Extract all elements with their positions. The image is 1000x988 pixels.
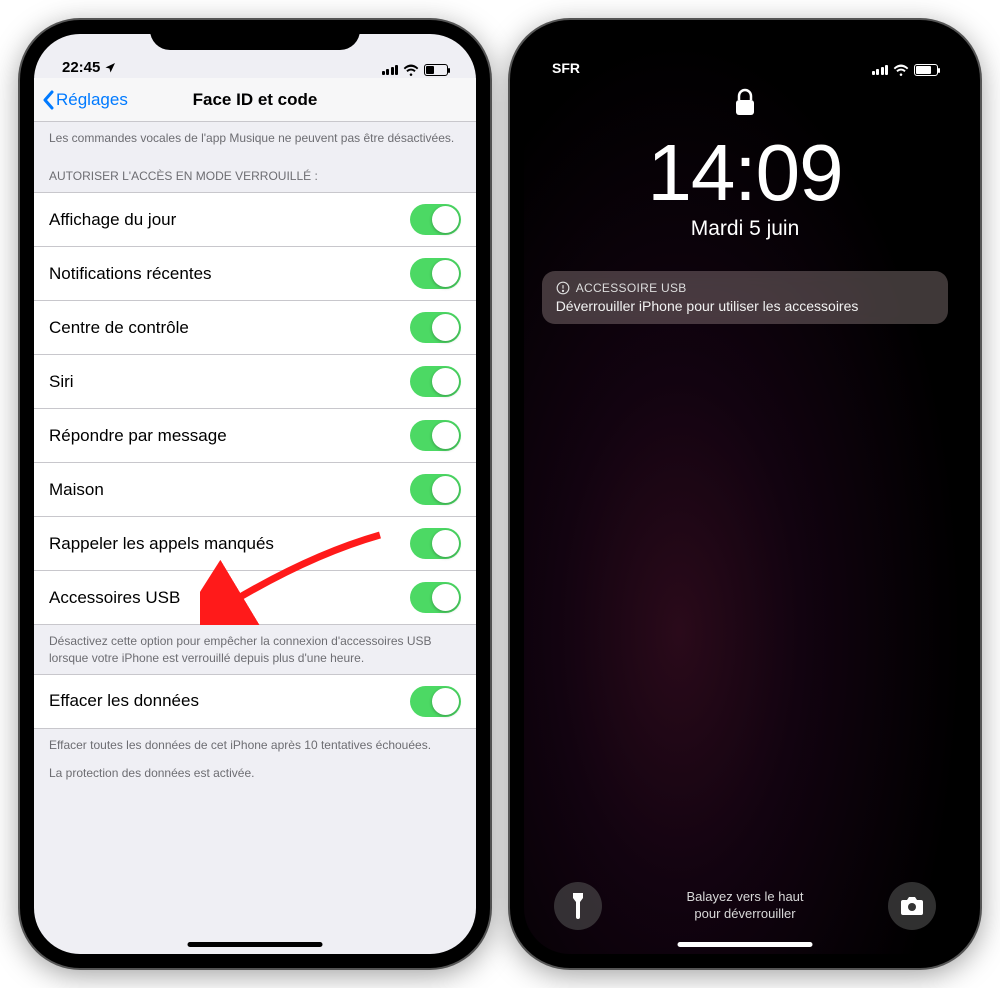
home-indicator[interactable] (678, 942, 813, 947)
toggle-erase-data[interactable]: Effacer les données (34, 674, 476, 729)
switch[interactable] (410, 528, 461, 559)
signal-icon (872, 65, 889, 75)
cell-label: Centre de contrôle (49, 318, 189, 338)
cell-label: Siri (49, 372, 74, 392)
switch[interactable] (410, 312, 461, 343)
alert-icon (556, 281, 570, 295)
chevron-left-icon (42, 90, 54, 110)
notch (150, 20, 360, 50)
cell-label: Affichage du jour (49, 210, 176, 230)
nav-bar: Réglages Face ID et code (34, 78, 476, 122)
lock-date: Mardi 5 juin (691, 217, 800, 241)
notification-title: ACCESSOIRE USB (576, 281, 687, 295)
location-icon (104, 62, 116, 74)
switch[interactable] (410, 582, 461, 613)
wifi-icon (403, 64, 419, 76)
back-label: Réglages (56, 90, 128, 110)
cell-label: Effacer les données (49, 691, 199, 711)
cell-label: Maison (49, 480, 104, 500)
toggle-today-view[interactable]: Affichage du jour (34, 192, 476, 246)
usb-footer: Désactivez cette option pour empêcher la… (34, 625, 476, 673)
lock-time: 14:09 (647, 133, 842, 213)
switch[interactable] (410, 420, 461, 451)
allow-access-header: AUTORISER L'ACCÈS EN MODE VERROUILLÉ : (34, 154, 476, 192)
toggle-home[interactable]: Maison (34, 462, 476, 516)
carrier-label: SFR (552, 60, 580, 76)
erase-footer: Effacer toutes les données de cet iPhone… (34, 729, 476, 789)
battery-icon (914, 64, 938, 76)
notch (640, 20, 850, 50)
cell-label: Répondre par message (49, 426, 227, 446)
switch[interactable] (410, 366, 461, 397)
usb-notification[interactable]: ACCESSOIRE USB Déverrouiller iPhone pour… (542, 271, 949, 324)
phone-right: SFR 14:09 Mardi 5 juin (510, 20, 980, 968)
toggle-control-center[interactable]: Centre de contrôle (34, 300, 476, 354)
signal-icon (382, 65, 399, 75)
cell-label: Notifications récentes (49, 264, 212, 284)
toggle-recent-notifications[interactable]: Notifications récentes (34, 246, 476, 300)
lock-icon (733, 88, 757, 123)
switch[interactable] (410, 474, 461, 505)
back-button[interactable]: Réglages (42, 90, 128, 110)
switch[interactable] (410, 204, 461, 235)
voice-commands-footer: Les commandes vocales de l'app Musique n… (34, 122, 476, 154)
cell-label: Accessoires USB (49, 588, 180, 608)
camera-icon (900, 896, 924, 916)
battery-icon (424, 64, 448, 76)
toggle-siri[interactable]: Siri (34, 354, 476, 408)
camera-button[interactable] (888, 882, 936, 930)
wifi-icon (893, 64, 909, 76)
phone-left: 22:45 Réglages Face ID et code (20, 20, 490, 968)
home-indicator[interactable] (188, 942, 323, 947)
flashlight-button[interactable] (554, 882, 602, 930)
cell-label: Rappeler les appels manqués (49, 534, 274, 554)
status-time: 22:45 (62, 59, 100, 76)
switch[interactable] (410, 686, 461, 717)
toggle-return-calls[interactable]: Rappeler les appels manqués (34, 516, 476, 570)
toggle-usb-accessories[interactable]: Accessoires USB (34, 570, 476, 625)
flashlight-icon (569, 893, 587, 919)
toggle-reply-message[interactable]: Répondre par message (34, 408, 476, 462)
swipe-hint: Balayez vers le haut pour déverrouiller (602, 889, 888, 923)
switch[interactable] (410, 258, 461, 289)
notification-body: Déverrouiller iPhone pour utiliser les a… (556, 298, 935, 314)
